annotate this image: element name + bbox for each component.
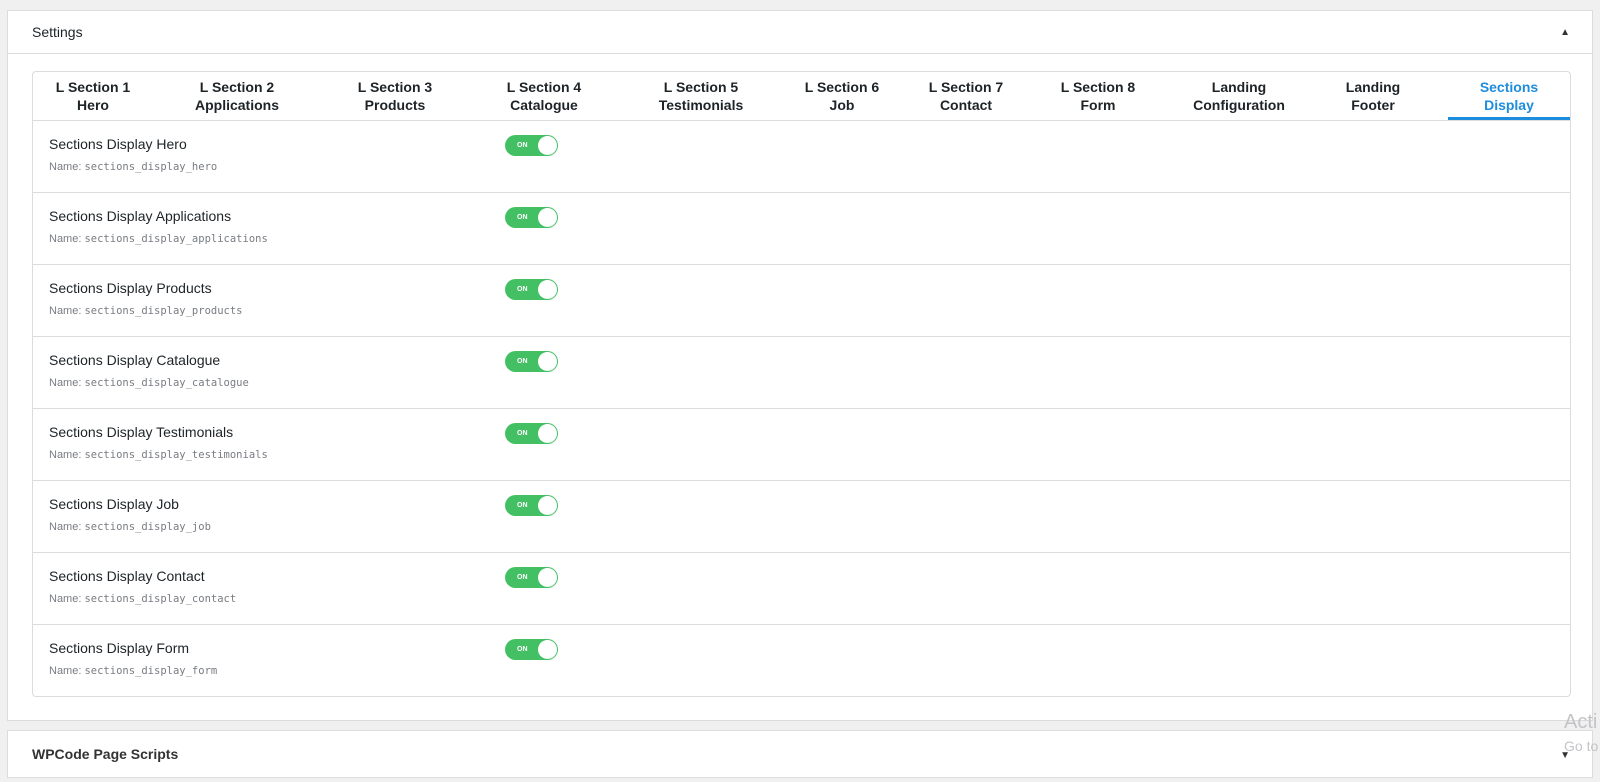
wpcode-header[interactable]: WPCode Page Scripts ▼ bbox=[8, 731, 1592, 777]
settings-header[interactable]: Settings ▲ bbox=[8, 11, 1592, 54]
field-name: Name: sections_display_form bbox=[49, 665, 218, 677]
tab-l-section-6-job[interactable]: L Section 6 Job bbox=[783, 72, 901, 120]
tab-landing-footer[interactable]: Landing Footer bbox=[1313, 72, 1433, 120]
field-name: Name: sections_display_products bbox=[49, 305, 243, 317]
field-row: Sections Display Testimonials Name: sect… bbox=[33, 409, 1570, 481]
field-row: Sections Display Contact Name: sections_… bbox=[33, 553, 1570, 625]
wpcode-postbox: WPCode Page Scripts ▼ bbox=[7, 730, 1593, 778]
field-row: Sections Display Products Name: sections… bbox=[33, 265, 1570, 337]
toggle-knob bbox=[538, 208, 557, 227]
field-name: Name: sections_display_applications bbox=[49, 233, 268, 245]
sections-display-applications-toggle[interactable]: ON bbox=[505, 207, 558, 228]
settings-title: Settings bbox=[32, 24, 83, 40]
sections-display-products-toggle[interactable]: ON bbox=[505, 279, 558, 300]
sections-display-testimonials-toggle[interactable]: ON bbox=[505, 423, 558, 444]
field-label: Sections Display Hero bbox=[49, 136, 187, 152]
field-row: Sections Display Applications Name: sect… bbox=[33, 193, 1570, 265]
settings-panel: L Section 1 Hero L Section 2 Application… bbox=[32, 71, 1571, 697]
field-name: Name: sections_display_contact bbox=[49, 593, 237, 605]
toggle-knob bbox=[538, 280, 557, 299]
field-label: Sections Display Catalogue bbox=[49, 352, 221, 368]
field-label: Sections Display Applications bbox=[49, 208, 232, 224]
tab-l-section-3-products[interactable]: L Section 3 Products bbox=[321, 72, 469, 120]
toggle-knob bbox=[538, 424, 557, 443]
tab-l-section-4-catalogue[interactable]: L Section 4 Catalogue bbox=[469, 72, 619, 120]
field-list: Sections Display Hero Name: sections_dis… bbox=[33, 121, 1570, 696]
field-label: Sections Display Form bbox=[49, 640, 190, 656]
field-row: Sections Display Catalogue Name: section… bbox=[33, 337, 1570, 409]
field-name: Name: sections_display_job bbox=[49, 521, 211, 533]
sections-display-hero-toggle[interactable]: ON bbox=[505, 135, 558, 156]
tab-l-section-1-hero[interactable]: L Section 1 Hero bbox=[33, 72, 153, 120]
toggle-knob bbox=[538, 136, 557, 155]
field-label: Sections Display Job bbox=[49, 496, 179, 512]
sections-display-catalogue-toggle[interactable]: ON bbox=[505, 351, 558, 372]
settings-postbox: Settings ▲ L Section 1 Hero L Section 2 … bbox=[7, 10, 1593, 721]
sections-display-job-toggle[interactable]: ON bbox=[505, 495, 558, 516]
field-name: Name: sections_display_hero bbox=[49, 161, 218, 173]
tab-sections-display[interactable]: Sections Display bbox=[1448, 72, 1570, 120]
tab-l-section-8-form[interactable]: L Section 8 Form bbox=[1031, 72, 1165, 120]
sections-display-form-toggle[interactable]: ON bbox=[505, 639, 558, 660]
collapse-arrow-icon[interactable]: ▲ bbox=[1560, 11, 1570, 54]
activation-watermark: Acti bbox=[1564, 711, 1598, 733]
sections-display-contact-toggle[interactable]: ON bbox=[505, 567, 558, 588]
field-name: Name: sections_display_catalogue bbox=[49, 377, 249, 389]
field-label: Sections Display Contact bbox=[49, 568, 205, 584]
tab-l-section-2-applications[interactable]: L Section 2 Applications bbox=[153, 72, 321, 120]
field-name: Name: sections_display_testimonials bbox=[49, 449, 268, 461]
field-label: Sections Display Testimonials bbox=[49, 424, 234, 440]
toggle-knob bbox=[538, 640, 557, 659]
field-row: Sections Display Hero Name: sections_dis… bbox=[33, 121, 1570, 193]
field-row: Sections Display Job Name: sections_disp… bbox=[33, 481, 1570, 553]
field-row: Sections Display Form Name: sections_dis… bbox=[33, 625, 1570, 696]
tab-l-section-7-contact[interactable]: L Section 7 Contact bbox=[901, 72, 1031, 120]
toggle-knob bbox=[538, 352, 557, 371]
toggle-knob bbox=[538, 568, 557, 587]
toggle-knob bbox=[538, 496, 557, 515]
tab-l-section-5-testimonials[interactable]: L Section 5 Testimonials bbox=[619, 72, 783, 120]
tab-bar: L Section 1 Hero L Section 2 Application… bbox=[33, 72, 1570, 121]
field-label: Sections Display Products bbox=[49, 280, 212, 296]
activation-watermark-sub: Go to bbox=[1564, 738, 1599, 754]
tab-landing-configuration[interactable]: Landing Configuration bbox=[1165, 72, 1313, 120]
wpcode-title: WPCode Page Scripts bbox=[32, 746, 179, 762]
